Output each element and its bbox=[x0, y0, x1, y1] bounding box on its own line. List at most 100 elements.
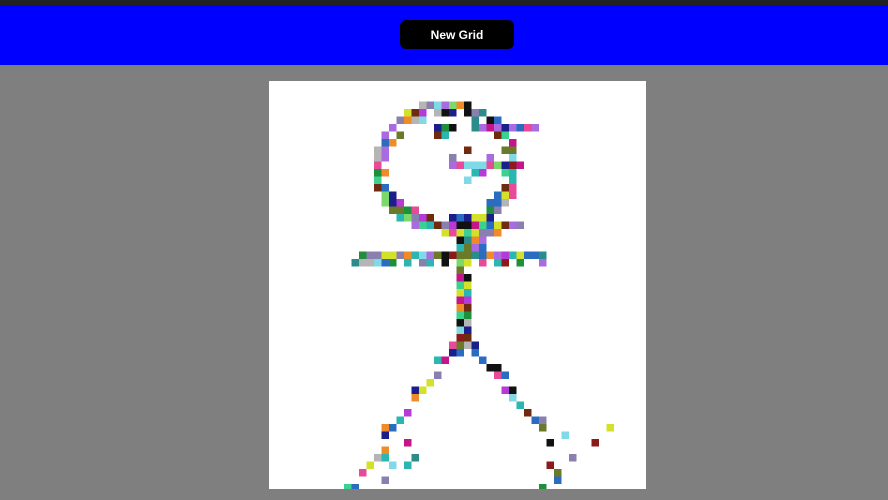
pixel-cell[interactable] bbox=[486, 214, 495, 222]
pixel-cell[interactable] bbox=[501, 199, 510, 207]
pixel-cell[interactable] bbox=[374, 251, 382, 260]
pixel-cell[interactable] bbox=[419, 214, 427, 222]
pixel-cell[interactable] bbox=[381, 251, 390, 260]
pixel-cell[interactable] bbox=[381, 446, 390, 455]
pixel-cell[interactable] bbox=[471, 236, 480, 245]
pixel-cell[interactable] bbox=[524, 409, 532, 417]
pixel-cell[interactable] bbox=[381, 476, 390, 485]
pixel-cell[interactable] bbox=[404, 214, 412, 222]
pixel-cell[interactable] bbox=[396, 116, 405, 125]
pixel-cell[interactable] bbox=[419, 221, 427, 230]
pixel-cell[interactable] bbox=[404, 409, 412, 417]
pixel-cell[interactable] bbox=[464, 311, 472, 320]
pixel-cell[interactable] bbox=[456, 244, 465, 252]
pixel-cell[interactable] bbox=[374, 154, 382, 162]
pixel-cell[interactable] bbox=[449, 101, 457, 110]
pixel-cell[interactable] bbox=[479, 221, 487, 230]
pixel-cell[interactable] bbox=[501, 371, 510, 380]
pixel-cell[interactable] bbox=[426, 221, 435, 230]
pixel-cell[interactable] bbox=[351, 259, 360, 267]
pixel-cell[interactable] bbox=[464, 221, 472, 230]
pixel-cell[interactable] bbox=[381, 146, 390, 155]
pixel-cell[interactable] bbox=[501, 184, 510, 192]
pixel-cell[interactable] bbox=[359, 251, 367, 260]
pixel-cell[interactable] bbox=[486, 161, 495, 170]
pixel-cell[interactable] bbox=[516, 124, 525, 132]
pixel-cell[interactable] bbox=[486, 364, 495, 372]
pixel-cell[interactable] bbox=[389, 191, 397, 200]
pixel-cell[interactable] bbox=[464, 259, 472, 267]
pixel-cell[interactable] bbox=[449, 109, 457, 117]
pixel-cell[interactable] bbox=[441, 124, 450, 132]
pixel-cell[interactable] bbox=[426, 214, 435, 222]
pixel-cell[interactable] bbox=[479, 109, 487, 117]
pixel-cell[interactable] bbox=[464, 244, 472, 252]
pixel-cell[interactable] bbox=[539, 416, 547, 425]
pixel-cell[interactable] bbox=[479, 251, 487, 260]
pixel-cell[interactable] bbox=[516, 161, 525, 170]
pixel-cell[interactable] bbox=[464, 251, 472, 260]
pixel-cell[interactable] bbox=[389, 461, 397, 470]
pixel-cell[interactable] bbox=[359, 469, 367, 477]
pixel-cell[interactable] bbox=[396, 206, 405, 215]
pixel-cell[interactable] bbox=[464, 229, 472, 237]
pixel-cell[interactable] bbox=[501, 131, 510, 140]
pixel-cell[interactable] bbox=[396, 416, 405, 425]
pixel-cell[interactable] bbox=[464, 281, 472, 290]
pixel-cell[interactable] bbox=[479, 356, 487, 365]
pixel-cell[interactable] bbox=[456, 326, 465, 335]
pixel-cell[interactable] bbox=[471, 124, 480, 132]
pixel-cell[interactable] bbox=[516, 259, 525, 267]
pixel-cell[interactable] bbox=[486, 229, 495, 237]
pixel-cell[interactable] bbox=[471, 109, 480, 117]
pixel-cell[interactable] bbox=[509, 184, 517, 192]
pixel-cell[interactable] bbox=[404, 259, 412, 267]
pixel-cell[interactable] bbox=[441, 251, 450, 260]
pixel-cell[interactable] bbox=[486, 251, 495, 260]
pixel-cell[interactable] bbox=[501, 191, 510, 200]
pixel-cell[interactable] bbox=[434, 251, 442, 260]
pixel-cell[interactable] bbox=[449, 251, 457, 260]
pixel-cell[interactable] bbox=[501, 161, 510, 170]
pixel-cell[interactable] bbox=[374, 259, 382, 267]
pixel-cell[interactable] bbox=[359, 259, 367, 267]
pixel-cell[interactable] bbox=[486, 154, 495, 162]
pixel-cell[interactable] bbox=[494, 161, 502, 170]
pixel-cell[interactable] bbox=[494, 259, 502, 267]
pixel-cell[interactable] bbox=[591, 439, 600, 447]
pixel-cell[interactable] bbox=[546, 439, 555, 447]
pixel-cell[interactable] bbox=[441, 101, 450, 110]
pixel-cell[interactable] bbox=[531, 416, 540, 425]
pixel-cell[interactable] bbox=[381, 454, 390, 462]
pixel-cell[interactable] bbox=[471, 214, 480, 222]
pixel-cell[interactable] bbox=[471, 244, 480, 252]
pixel-cell[interactable] bbox=[509, 251, 517, 260]
pixel-cell[interactable] bbox=[434, 101, 442, 110]
pixel-cell[interactable] bbox=[494, 364, 502, 372]
pixel-cell[interactable] bbox=[426, 379, 435, 387]
pixel-cell[interactable] bbox=[494, 221, 502, 230]
pixel-cell[interactable] bbox=[486, 124, 495, 132]
pixel-cell[interactable] bbox=[501, 124, 510, 132]
pixel-cell[interactable] bbox=[381, 169, 390, 177]
pixel-cell[interactable] bbox=[501, 169, 510, 177]
pixel-cell[interactable] bbox=[471, 229, 480, 237]
pixel-cell[interactable] bbox=[531, 251, 540, 260]
pixel-cell[interactable] bbox=[561, 431, 570, 440]
pixel-cell[interactable] bbox=[509, 124, 517, 132]
pixel-cell[interactable] bbox=[419, 101, 427, 110]
pixel-cell[interactable] bbox=[456, 221, 465, 230]
pixel-cell[interactable] bbox=[471, 349, 480, 357]
pixel-cell[interactable] bbox=[449, 221, 457, 230]
pixel-cell[interactable] bbox=[426, 251, 435, 260]
pixel-cell[interactable] bbox=[494, 191, 502, 200]
pixel-cell[interactable] bbox=[404, 439, 412, 447]
pixel-cell[interactable] bbox=[351, 484, 360, 489]
pixel-cell[interactable] bbox=[554, 476, 562, 485]
pixel-cell[interactable] bbox=[381, 139, 390, 147]
pixel-cell[interactable] bbox=[389, 124, 397, 132]
pixel-cell[interactable] bbox=[494, 131, 502, 140]
pixel-cell[interactable] bbox=[434, 109, 442, 117]
pixel-cell[interactable] bbox=[374, 184, 382, 192]
pixel-cell[interactable] bbox=[389, 259, 397, 267]
